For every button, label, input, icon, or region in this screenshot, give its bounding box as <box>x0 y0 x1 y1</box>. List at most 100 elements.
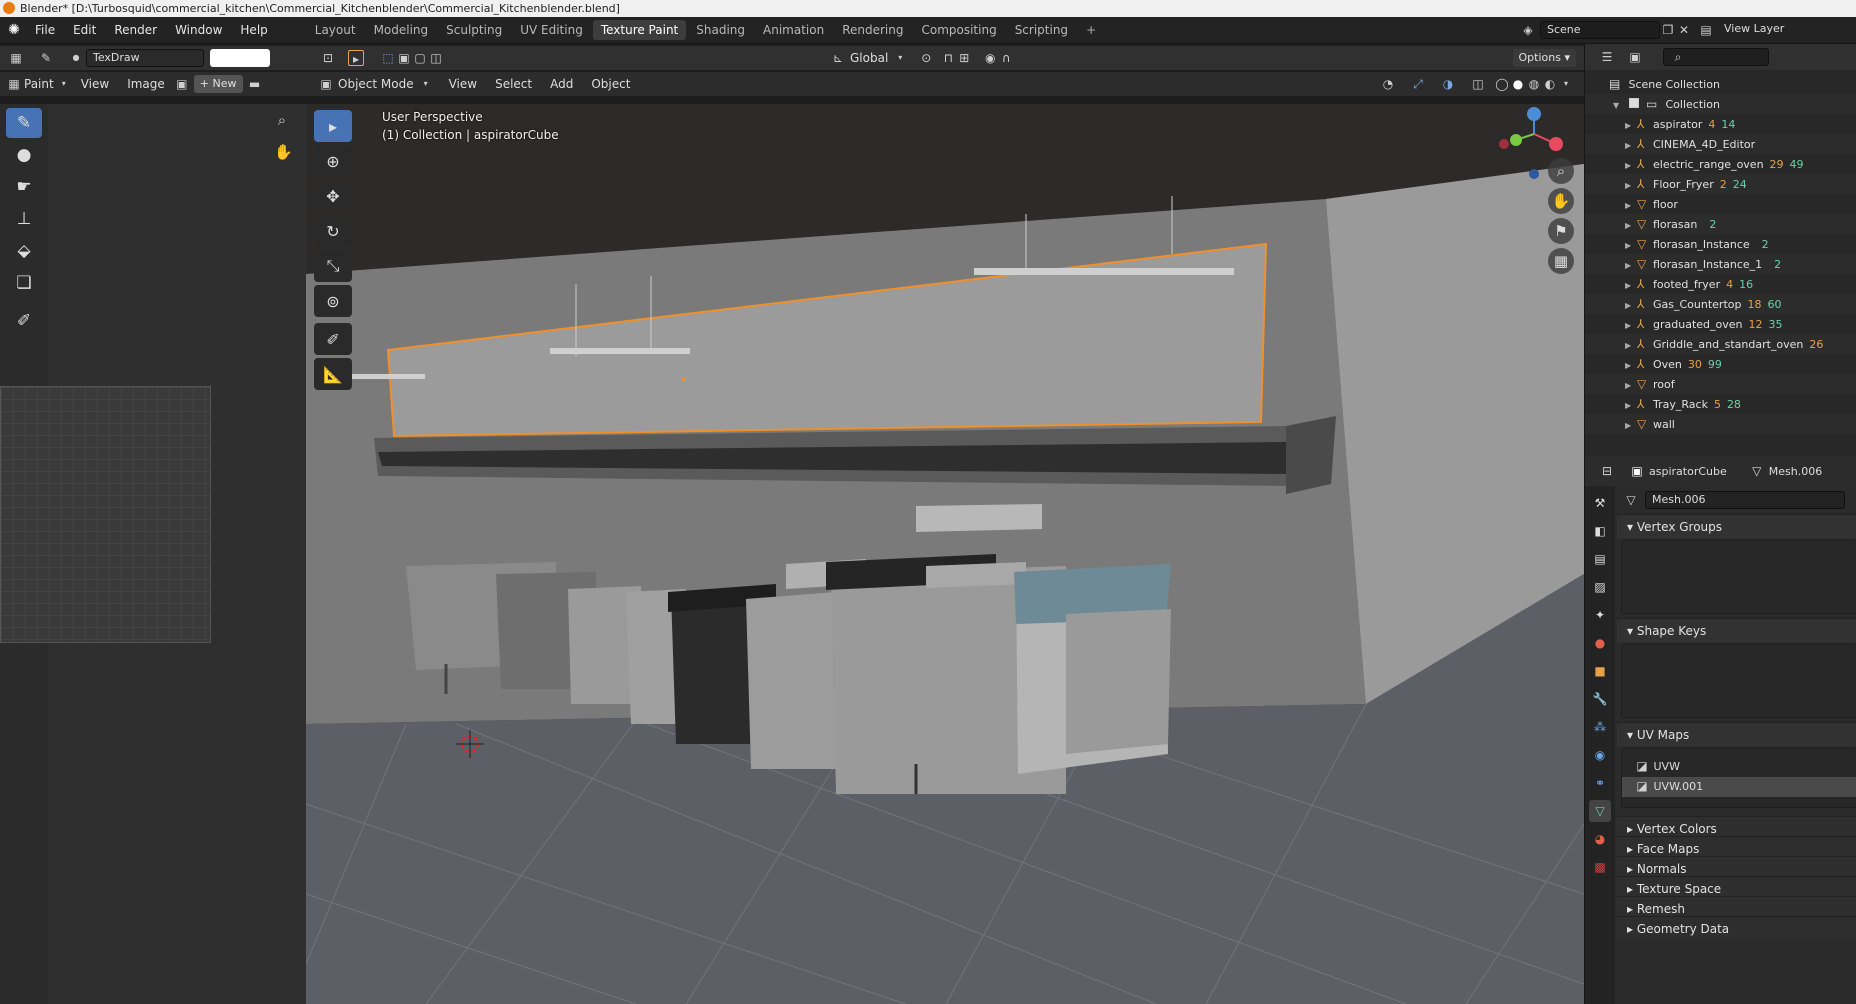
tab-layout[interactable]: Layout <box>307 20 364 40</box>
output-tab-icon[interactable]: ▤ <box>1589 548 1611 570</box>
new-image-button[interactable]: + New <box>193 75 243 93</box>
scale-icon[interactable]: ⤡ <box>314 250 352 282</box>
tab-rendering[interactable]: Rendering <box>834 20 911 40</box>
viewport-menu-add[interactable]: Add <box>541 77 582 91</box>
brush-tool-icon[interactable]: ✎ <box>38 50 54 66</box>
outliner-item[interactable]: ▶ ⅄ Griddle_and_standart_oven 26 <box>1585 334 1856 354</box>
rotate-icon[interactable]: ↻ <box>314 215 352 247</box>
pivot-icon[interactable]: ⊙ <box>918 50 934 66</box>
3d-viewport[interactable]: ▸ ⊕ ✥ ↻ ⤡ ⊚ ✐ 📐 User Perspective (1) Col… <box>306 104 1584 1004</box>
orientation-dropdown[interactable]: Global <box>846 51 892 65</box>
expand-icon[interactable]: ▶ <box>1625 296 1637 316</box>
tab-scripting[interactable]: Scripting <box>1007 20 1076 40</box>
mesh-datablock-field[interactable]: Mesh.006 <box>1645 491 1845 509</box>
outliner-item[interactable]: ▶ ⅄ electric_range_oven 29 49 <box>1585 154 1856 174</box>
outliner-item[interactable]: ▶ ⅄ Floor_Fryer 2 24 <box>1585 174 1856 194</box>
tab-compositing[interactable]: Compositing <box>913 20 1004 40</box>
tab-texture-paint[interactable]: Texture Paint <box>592 20 687 40</box>
mesh-browse-icon[interactable]: ▽ <box>1623 492 1639 508</box>
open-image-icon[interactable]: ▬ <box>247 76 263 92</box>
image-menu-view[interactable]: View <box>72 77 118 91</box>
view-layer-field[interactable]: View Layer <box>1718 21 1828 39</box>
cursor-icon[interactable]: ⊕ <box>314 145 352 177</box>
mesh-data-tab-icon[interactable]: ▽ <box>1589 800 1611 822</box>
annotate-icon[interactable]: ✐ <box>6 306 42 336</box>
view-layer-icon[interactable]: ▤ <box>1698 22 1714 38</box>
scene-collection-row[interactable]: ▤ Scene Collection <box>1585 74 1856 94</box>
shading-rendered-icon[interactable]: ◐ <box>1542 76 1558 92</box>
vertex-groups-list[interactable] <box>1621 540 1856 614</box>
expand-icon[interactable]: ▶ <box>1625 396 1637 416</box>
display-mode-icon[interactable]: ▣ <box>1627 49 1643 65</box>
tab-shading[interactable]: Shading <box>688 20 753 40</box>
world-tab-icon[interactable]: ● <box>1589 632 1611 654</box>
material-tab-icon[interactable]: ◕ <box>1589 828 1611 850</box>
grid-ortho-icon[interactable]: ▦ <box>1548 248 1574 274</box>
outliner-item[interactable]: ▶ ⅄ Oven 30 99 <box>1585 354 1856 374</box>
view-layer-tab-icon[interactable]: ▨ <box>1589 576 1611 598</box>
outliner-item[interactable]: ▶ ▽ wall <box>1585 414 1856 434</box>
zoom-icon[interactable]: ⌕ <box>274 112 290 128</box>
select-mode-subtract-icon[interactable]: ▢ <box>412 50 428 66</box>
particles-tab-icon[interactable]: ⁂ <box>1589 716 1611 738</box>
uv-map-item[interactable]: ◪ UVW.001 <box>1622 777 1856 797</box>
expand-icon[interactable]: ▶ <box>1625 336 1637 356</box>
expand-icon[interactable]: ▶ <box>1625 176 1637 196</box>
editor-type-icon[interactable]: ⊡ <box>320 50 336 66</box>
outliner-item[interactable]: ▶ ▽ florasan 2 <box>1585 214 1856 234</box>
expand-icon[interactable]: ▶ <box>1625 196 1637 216</box>
outliner-item[interactable]: ▶ ▽ florasan_Instance_1 2 <box>1585 254 1856 274</box>
texture-tab-icon[interactable]: ▩ <box>1589 856 1611 878</box>
outliner-item[interactable]: ▶ ▽ florasan_Instance 2 <box>1585 234 1856 254</box>
expand-icon[interactable]: ▶ <box>1625 256 1637 276</box>
options-dropdown[interactable]: Options ▾ <box>1512 49 1576 67</box>
scene-tab-icon[interactable]: ✦ <box>1589 604 1611 626</box>
select-box-icon[interactable]: ▸ <box>314 110 352 142</box>
transform-icon[interactable]: ⊚ <box>314 285 352 317</box>
overlay-toggle-icon[interactable]: ◑ <box>1440 76 1456 92</box>
measure-icon[interactable]: 📐 <box>314 358 352 390</box>
expand-icon[interactable]: ▶ <box>1625 156 1637 176</box>
outliner-item[interactable]: ▶ ⅄ Gas_Countertop 18 60 <box>1585 294 1856 314</box>
outliner-search-input[interactable]: ⌕ <box>1663 48 1769 66</box>
expand-icon[interactable]: ▶ <box>1625 376 1637 396</box>
select-mode-invert-icon[interactable]: ◫ <box>428 50 444 66</box>
constraints-tab-icon[interactable]: ⚭ <box>1589 772 1611 794</box>
image-browse-icon[interactable]: ▣ <box>174 76 190 92</box>
shape-keys-list[interactable] <box>1621 644 1856 718</box>
proportional-edit-icon[interactable]: ◉ <box>982 50 998 66</box>
menu-edit[interactable]: Edit <box>64 17 105 44</box>
snap-icon[interactable]: ⊓ <box>940 50 956 66</box>
tab-animation[interactable]: Animation <box>755 20 832 40</box>
viewport-menu-view[interactable]: View <box>440 77 486 91</box>
tab-uv-editing[interactable]: UV Editing <box>512 20 591 40</box>
mask-icon[interactable]: ❏ <box>6 268 42 298</box>
gizmo-toggle-icon[interactable]: ⤢ <box>1410 76 1426 92</box>
falloff-icon[interactable]: ∩ <box>998 50 1014 66</box>
add-workspace-button[interactable]: + <box>1078 20 1104 40</box>
image-menu-image[interactable]: Image <box>118 77 174 91</box>
menu-file[interactable]: File <box>26 17 64 44</box>
camera-icon[interactable]: ⚑ <box>1548 218 1574 244</box>
tool-tab-icon[interactable]: ⚒ <box>1589 492 1611 514</box>
smear-icon[interactable]: ☛ <box>6 172 42 202</box>
tab-sculpting[interactable]: Sculpting <box>438 20 510 40</box>
outliner-editor-icon[interactable]: ☰ <box>1599 49 1615 65</box>
zoom-icon[interactable]: ⌕ <box>1548 158 1574 184</box>
shading-solid-icon[interactable]: ● <box>1510 76 1526 92</box>
expand-icon[interactable]: ▶ <box>1625 236 1637 256</box>
collapse-icon[interactable]: ▼ <box>1613 96 1625 116</box>
select-mode-extend-icon[interactable]: ▣ <box>396 50 412 66</box>
draw-brush-icon[interactable]: ✎ <box>6 108 42 138</box>
image-canvas-preview[interactable] <box>0 386 211 643</box>
brush-color-swatch[interactable] <box>210 49 270 67</box>
vertex-groups-panel-header[interactable]: ▾ Vertex Groups <box>1617 514 1856 538</box>
outliner-item[interactable]: ▶ ⅄ CINEMA_4D_Editor <box>1585 134 1856 154</box>
clone-stamp-icon[interactable]: ⊥ <box>6 204 42 234</box>
outliner-item[interactable]: ▶ ⅄ footed_fryer 4 16 <box>1585 274 1856 294</box>
properties-editor-icon[interactable]: ⊟ <box>1599 463 1615 479</box>
viewport-menu-select[interactable]: Select <box>486 77 541 91</box>
select-mode-new-icon[interactable]: ⬚ <box>380 50 396 66</box>
new-scene-icon[interactable]: ❐ <box>1660 22 1676 38</box>
menu-render[interactable]: Render <box>105 17 166 44</box>
